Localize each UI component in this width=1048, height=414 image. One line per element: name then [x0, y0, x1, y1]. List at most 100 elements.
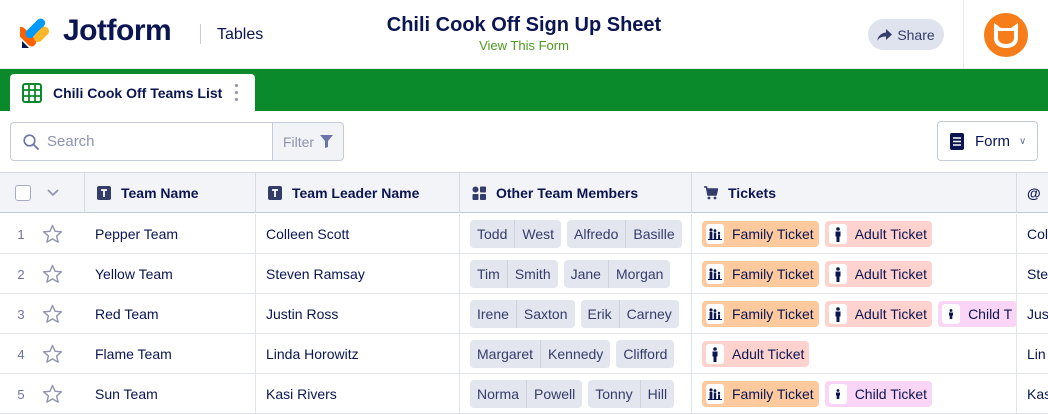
more-vertical-icon[interactable] [235, 84, 239, 101]
ticket-tag-adult[interactable]: Adult Ticket [824, 261, 933, 287]
avatar[interactable] [984, 13, 1028, 57]
row-number: 1 [17, 226, 25, 242]
team-name: Pepper Team [95, 226, 179, 242]
member-chip[interactable]: Margaret Kennedy [470, 340, 611, 368]
cell-email[interactable]: Ste [1017, 254, 1048, 294]
cell-tickets[interactable]: Adult Ticket [692, 334, 1017, 374]
table-row[interactable]: 4 Flame Team Linda Horowitz Margaret Kennedy… [0, 334, 1048, 374]
member-chip[interactable]: Tonny Hill [588, 380, 675, 408]
row-number: 3 [17, 306, 25, 322]
share-arrow-icon [877, 28, 893, 41]
ticket-tag-family[interactable]: Family Ticket [702, 221, 819, 247]
cell-team-name[interactable]: Pepper Team [85, 214, 256, 254]
member-chip[interactable]: Alfredo Basille [567, 220, 682, 248]
member-name: Tim [477, 266, 500, 282]
member-name: Clifford [623, 346, 668, 362]
member-chip[interactable]: Tim Smith [470, 260, 558, 288]
email-value: Col [1027, 226, 1048, 242]
select-all-checkbox[interactable] [15, 185, 31, 201]
ticket-tag-child[interactable]: Child T [938, 301, 1016, 327]
ticket-tag-family[interactable]: Family Ticket [702, 301, 819, 327]
cell-members[interactable]: Todd West Alfredo Basille [460, 214, 692, 254]
search-input[interactable] [47, 133, 247, 150]
form-view-button[interactable]: Form ∨ [937, 121, 1038, 161]
app-header: Jotform Tables Chili Cook Off Sign Up Sh… [0, 0, 1048, 69]
data-table: Team Name Team Leader Name Other Team Me… [0, 172, 1048, 414]
ticket-tag-adult[interactable]: Adult Ticket [824, 301, 933, 327]
chevron-down-icon[interactable] [46, 186, 60, 200]
star-icon[interactable] [42, 264, 63, 284]
cell-tickets[interactable]: Family Ticket Adult Ticket [692, 214, 1017, 254]
cell-team-name[interactable]: Flame Team [85, 334, 256, 374]
table-row[interactable]: 1 Pepper Team Colleen Scott Todd West Alfredo… [0, 214, 1048, 254]
cell-email[interactable]: Lin [1017, 334, 1048, 374]
ticket-tag-adult[interactable]: Adult Ticket [824, 221, 933, 247]
cell-members[interactable]: Tim Smith Jane Morgan [460, 254, 692, 294]
cell-team-name[interactable]: Sun Team [85, 374, 256, 414]
table-row[interactable]: 2 Yellow Team Steven Ramsay Tim Smith Jane Mor… [0, 254, 1048, 294]
cat-avatar-icon [994, 23, 1018, 48]
row-number: 4 [17, 346, 25, 362]
star-icon[interactable] [42, 224, 63, 244]
filter-button[interactable]: Filter [272, 122, 344, 161]
cell-tickets[interactable]: Family Ticket Adult Ticket [692, 254, 1017, 294]
ticket-tag-adult[interactable]: Adult Ticket [702, 341, 810, 367]
column-label: Other Team Members [496, 185, 639, 201]
column-header-email[interactable]: @ [1017, 173, 1048, 213]
ticket-icon-box [706, 384, 724, 404]
column-header-members[interactable]: Other Team Members [460, 173, 692, 213]
cell-team-name[interactable]: Yellow Team [85, 254, 256, 294]
column-header-team-name[interactable]: Team Name [85, 173, 256, 213]
cell-email[interactable]: Kas [1017, 374, 1048, 414]
tab-teams-list[interactable]: Chili Cook Off Teams List [10, 74, 255, 111]
member-chip[interactable]: Clifford [616, 340, 675, 368]
cell-team-leader[interactable]: Linda Horowitz [256, 334, 460, 374]
form-document-icon [950, 132, 964, 150]
ticket-icon-box [706, 344, 724, 364]
ticket-label: Child T [968, 306, 1013, 322]
cell-team-name[interactable]: Red Team [85, 294, 256, 334]
leader-name: Kasi Rivers [266, 386, 337, 402]
cell-members[interactable]: Norma Powell Tonny Hill [460, 374, 692, 414]
leader-name: Linda Horowitz [266, 346, 359, 362]
team-name: Flame Team [95, 346, 172, 362]
team-name: Red Team [95, 306, 159, 322]
cell-team-leader[interactable]: Colleen Scott [256, 214, 460, 254]
column-header-tickets[interactable]: Tickets [692, 173, 1017, 213]
ticket-icon-box [706, 264, 724, 284]
member-chip[interactable]: Norma Powell [470, 380, 583, 408]
cart-icon [704, 186, 718, 200]
cell-email[interactable]: Jus [1017, 294, 1048, 334]
cell-tickets[interactable]: Family Ticket Adult Ticket Child T [692, 294, 1017, 334]
member-chip[interactable]: Todd West [470, 220, 561, 248]
form-label: Form [975, 132, 1010, 150]
ticket-tag-family[interactable]: Family Ticket [702, 381, 819, 407]
cell-team-leader[interactable]: Justin Ross [256, 294, 460, 334]
ticket-tag-child[interactable]: Child Ticket [824, 381, 933, 407]
family-icon [708, 308, 722, 320]
member-chip[interactable]: Erik Carney [580, 300, 679, 328]
cell-email[interactable]: Col [1017, 214, 1048, 254]
table-row[interactable]: 3 Red Team Justin Ross Irene Saxton Erik Carne… [0, 294, 1048, 334]
table-row[interactable]: 5 Sun Team Kasi Rivers Norma Powell Tonny Hill… [0, 374, 1048, 414]
star-icon[interactable] [42, 304, 63, 324]
cell-tickets[interactable]: Family Ticket Child Ticket [692, 374, 1017, 414]
email-value: Lin [1027, 346, 1046, 362]
family-icon [708, 268, 722, 280]
star-icon[interactable] [42, 384, 63, 404]
member-name: Tonny [595, 386, 633, 402]
cell-members[interactable]: Irene Saxton Erik Carney [460, 294, 692, 334]
member-chip[interactable]: Irene Saxton [470, 300, 575, 328]
column-header-team-leader[interactable]: Team Leader Name [256, 173, 460, 213]
ticket-label: Adult Ticket [732, 346, 805, 362]
text-field-icon [97, 186, 111, 200]
share-button[interactable]: Share [868, 19, 944, 50]
cell-team-leader[interactable]: Kasi Rivers [256, 374, 460, 414]
adult-person-icon [712, 346, 718, 362]
cell-team-leader[interactable]: Steven Ramsay [256, 254, 460, 294]
ticket-tag-family[interactable]: Family Ticket [702, 261, 819, 287]
star-icon[interactable] [42, 344, 63, 364]
cell-members[interactable]: Margaret Kennedy Clifford [460, 334, 692, 374]
member-chip[interactable]: Jane Morgan [563, 260, 671, 288]
search-icon [23, 133, 39, 150]
